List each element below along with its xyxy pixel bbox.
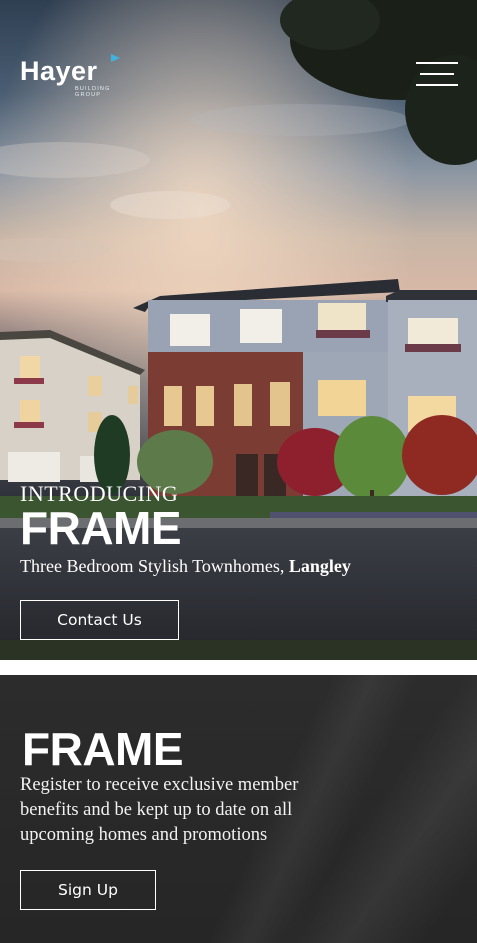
contact-us-button[interactable]: Contact Us <box>20 600 179 640</box>
hero-title: FRAME <box>20 502 182 554</box>
register-description: Register to receive exclusive member ben… <box>20 775 299 845</box>
hamburger-menu-icon[interactable] <box>416 62 458 88</box>
register-section: FRAME Register to receive exclusive memb… <box>0 675 477 943</box>
section-divider <box>0 660 477 675</box>
tagline-prefix: Three Bedroom Stylish Townhomes, <box>20 556 289 576</box>
hero-section: Hayer BUILDING GROUP INTRODUCING FRAME T… <box>0 0 477 660</box>
hero-tagline: Three Bedroom Stylish Townhomes, Langley <box>20 554 351 578</box>
tagline-location: Langley <box>288 556 351 576</box>
logo-accent-icon <box>111 54 120 62</box>
register-title: FRAME <box>22 723 184 775</box>
hayer-logo[interactable]: Hayer BUILDING GROUP <box>20 54 130 100</box>
logo-subtext: BUILDING GROUP <box>75 86 111 98</box>
hero-text: INTRODUCING FRAME Three Bedroom Stylish … <box>20 482 351 578</box>
sign-up-button[interactable]: Sign Up <box>20 870 156 910</box>
